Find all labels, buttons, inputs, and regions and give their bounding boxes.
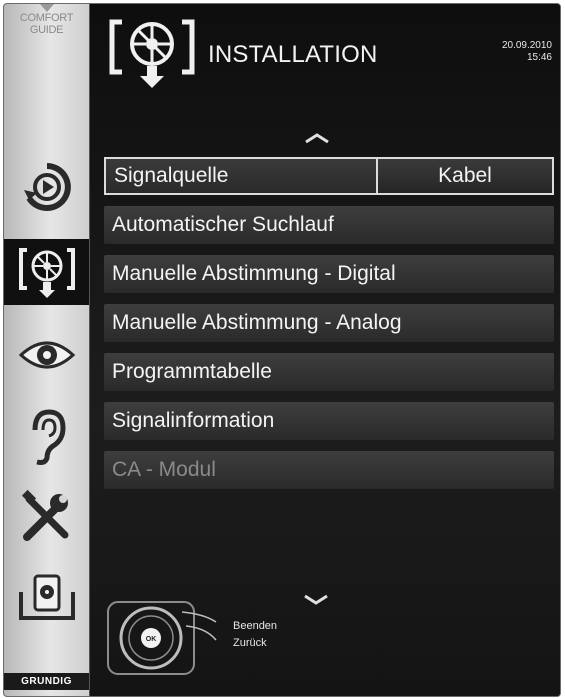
legend-back: Zurück <box>233 637 267 649</box>
sidebar-item-sound[interactable] <box>4 404 89 470</box>
comfort-guide-button[interactable]: COMFORT GUIDE <box>4 4 89 66</box>
remote-navigation-icon: OK <box>107 601 217 675</box>
sidebar-item-source[interactable] <box>4 154 89 220</box>
play-circle-icon <box>23 163 71 211</box>
datetime: 20.09.2010 15:46 <box>502 40 552 64</box>
sidebar-item-picture[interactable] <box>4 322 89 388</box>
eye-icon <box>18 341 75 369</box>
installation-icon <box>18 248 75 298</box>
menu-item-ca-module: CA - Modul <box>104 451 554 489</box>
menu-item-manual-tuning-digital[interactable]: Manuelle Abstimmung - Digital <box>104 255 554 293</box>
tools-icon <box>21 489 68 541</box>
time-text: 15:46 <box>526 52 552 63</box>
tv-menu-window: COMFORT GUIDE GRUNDIG INSTALLATION 20.09… <box>3 3 561 697</box>
sidebar-item-media[interactable] <box>4 564 89 630</box>
menu-item-automatic-search[interactable]: Automatischer Suchlauf <box>104 206 554 244</box>
menu-item-manual-tuning-analog[interactable]: Manuelle Abstimmung - Analog <box>104 304 554 342</box>
sidebar-item-installation[interactable] <box>4 239 89 305</box>
date-text: 20.09.2010 <box>501 40 552 51</box>
button-legend: Beenden Zurück <box>233 618 277 652</box>
comfort-guide-label-line1: COMFORT <box>19 12 74 24</box>
signal-source-label: Signalquelle <box>104 157 376 195</box>
arrow-down-icon <box>39 4 54 12</box>
signal-source-value[interactable]: Kabel <box>376 157 554 195</box>
menu-item-program-table[interactable]: Programmtabelle <box>104 353 554 391</box>
scroll-down-icon[interactable] <box>303 594 329 606</box>
page-title: INSTALLATION <box>208 41 378 68</box>
menu-item-signal-source[interactable]: Signalquelle Kabel <box>104 157 554 195</box>
ear-icon <box>32 409 66 465</box>
installation-menu: Signalquelle Kabel Automatischer Suchlau… <box>104 157 554 500</box>
main-panel: INSTALLATION 20.09.2010 15:46 Signalquel… <box>90 4 560 696</box>
sidebar: COMFORT GUIDE GRUNDIG <box>4 4 90 696</box>
brand-logo: GRUNDIG <box>4 673 89 690</box>
media-icon <box>18 574 75 620</box>
legend-exit: Beenden <box>233 620 278 632</box>
menu-item-signal-information[interactable]: Signalinformation <box>104 402 554 440</box>
installation-header-icon <box>109 19 195 88</box>
sidebar-item-settings[interactable] <box>4 484 89 550</box>
ok-label: OK <box>146 636 157 643</box>
scroll-up-icon[interactable] <box>304 132 330 144</box>
comfort-guide-label-line2: GUIDE <box>29 24 64 36</box>
